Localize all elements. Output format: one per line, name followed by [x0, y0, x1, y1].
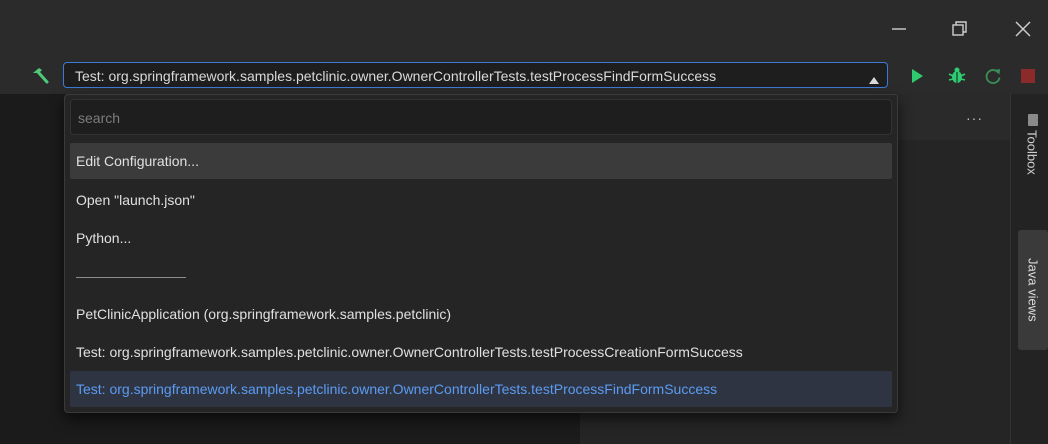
menu-item-edit-configuration[interactable]: Edit Configuration... [70, 143, 892, 179]
menu-item-test-find-form[interactable]: Test: org.springframework.samples.petcli… [70, 371, 892, 407]
restore-icon[interactable] [944, 14, 974, 44]
search-box[interactable] [70, 99, 892, 136]
run-configuration-select[interactable]: Test: org.springframework.samples.petcli… [63, 62, 888, 88]
selected-configuration-label: Test: org.springframework.samples.petcli… [75, 68, 717, 84]
close-icon[interactable] [1008, 14, 1038, 44]
more-actions-icon[interactable]: ··· [966, 110, 983, 126]
tab-toolbox[interactable]: Toolbox [1019, 130, 1045, 210]
stop-icon[interactable] [1017, 65, 1039, 87]
tab-java-views[interactable]: Java views [1018, 230, 1048, 350]
restart-icon[interactable] [982, 65, 1004, 87]
menu-item-test-creation-form[interactable]: Test: org.springframework.samples.petcli… [70, 334, 892, 370]
minimize-icon[interactable] [884, 14, 914, 44]
run-configuration-dropdown: Edit Configuration... Open "launch.json"… [64, 94, 898, 413]
title-bar [0, 0, 1048, 58]
play-icon[interactable] [906, 65, 928, 87]
run-toolbar: Test: org.springframework.samples.petcli… [0, 58, 1048, 94]
bug-icon[interactable] [946, 65, 968, 87]
menu-item-python[interactable]: Python... [70, 220, 892, 256]
menu-item-petclinic-application[interactable]: PetClinicApplication (org.springframewor… [70, 296, 892, 332]
chevron-up-icon [869, 71, 879, 89]
hammer-icon[interactable] [30, 65, 52, 87]
search-input[interactable] [76, 100, 880, 136]
toolbox-icon [1028, 114, 1038, 126]
menu-separator [76, 277, 186, 278]
menu-item-open-launch-json[interactable]: Open "launch.json" [70, 182, 892, 218]
